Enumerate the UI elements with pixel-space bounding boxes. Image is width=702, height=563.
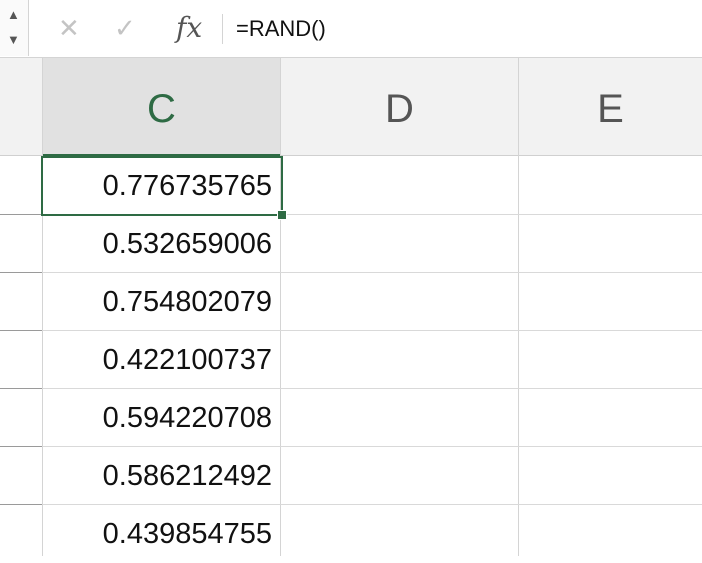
- formula-bar: ▲ ▼ ✕ ✓ fx =RAND(): [0, 0, 702, 58]
- column-header-label: E: [597, 87, 624, 131]
- column-header-e[interactable]: E: [519, 58, 702, 156]
- formula-bar-divider: [222, 14, 223, 44]
- column-header-label: D: [385, 87, 414, 131]
- cell-c-row6[interactable]: 0.586212492: [44, 447, 278, 505]
- row-header-border: [0, 504, 42, 505]
- formula-input[interactable]: =RAND(): [236, 14, 326, 44]
- grid-line: [280, 58, 281, 556]
- fill-handle[interactable]: [277, 210, 287, 220]
- cancel-x-icon[interactable]: ✕: [58, 12, 80, 44]
- cell-c-row3[interactable]: 0.754802079: [44, 273, 278, 331]
- active-cell-border: [41, 156, 283, 216]
- cell-c-row7[interactable]: 0.439854755: [44, 505, 278, 563]
- cell-c-row5[interactable]: 0.594220708: [44, 389, 278, 447]
- name-box-stepper[interactable]: ▲ ▼: [0, 0, 29, 56]
- column-header-c[interactable]: C: [43, 58, 280, 156]
- cell-c-row2[interactable]: 0.532659006: [44, 215, 278, 273]
- column-header-d[interactable]: D: [281, 58, 518, 156]
- column-header-label: C: [147, 87, 176, 131]
- cell-c-row4[interactable]: 0.422100737: [44, 331, 278, 389]
- grid-line: [518, 58, 519, 556]
- grid-line: [42, 58, 43, 556]
- fx-button[interactable]: fx: [176, 11, 202, 45]
- confirm-check-icon[interactable]: ✓: [114, 12, 136, 44]
- row-header-border: [0, 272, 42, 273]
- stepper-down-icon[interactable]: ▼: [7, 33, 20, 46]
- column-header-partial[interactable]: [0, 58, 42, 156]
- row-header-border: [0, 330, 42, 331]
- row-header-border: [0, 388, 42, 389]
- stepper-up-icon[interactable]: ▲: [7, 8, 20, 21]
- row-header-border: [0, 446, 42, 447]
- row-header-border: [0, 214, 42, 215]
